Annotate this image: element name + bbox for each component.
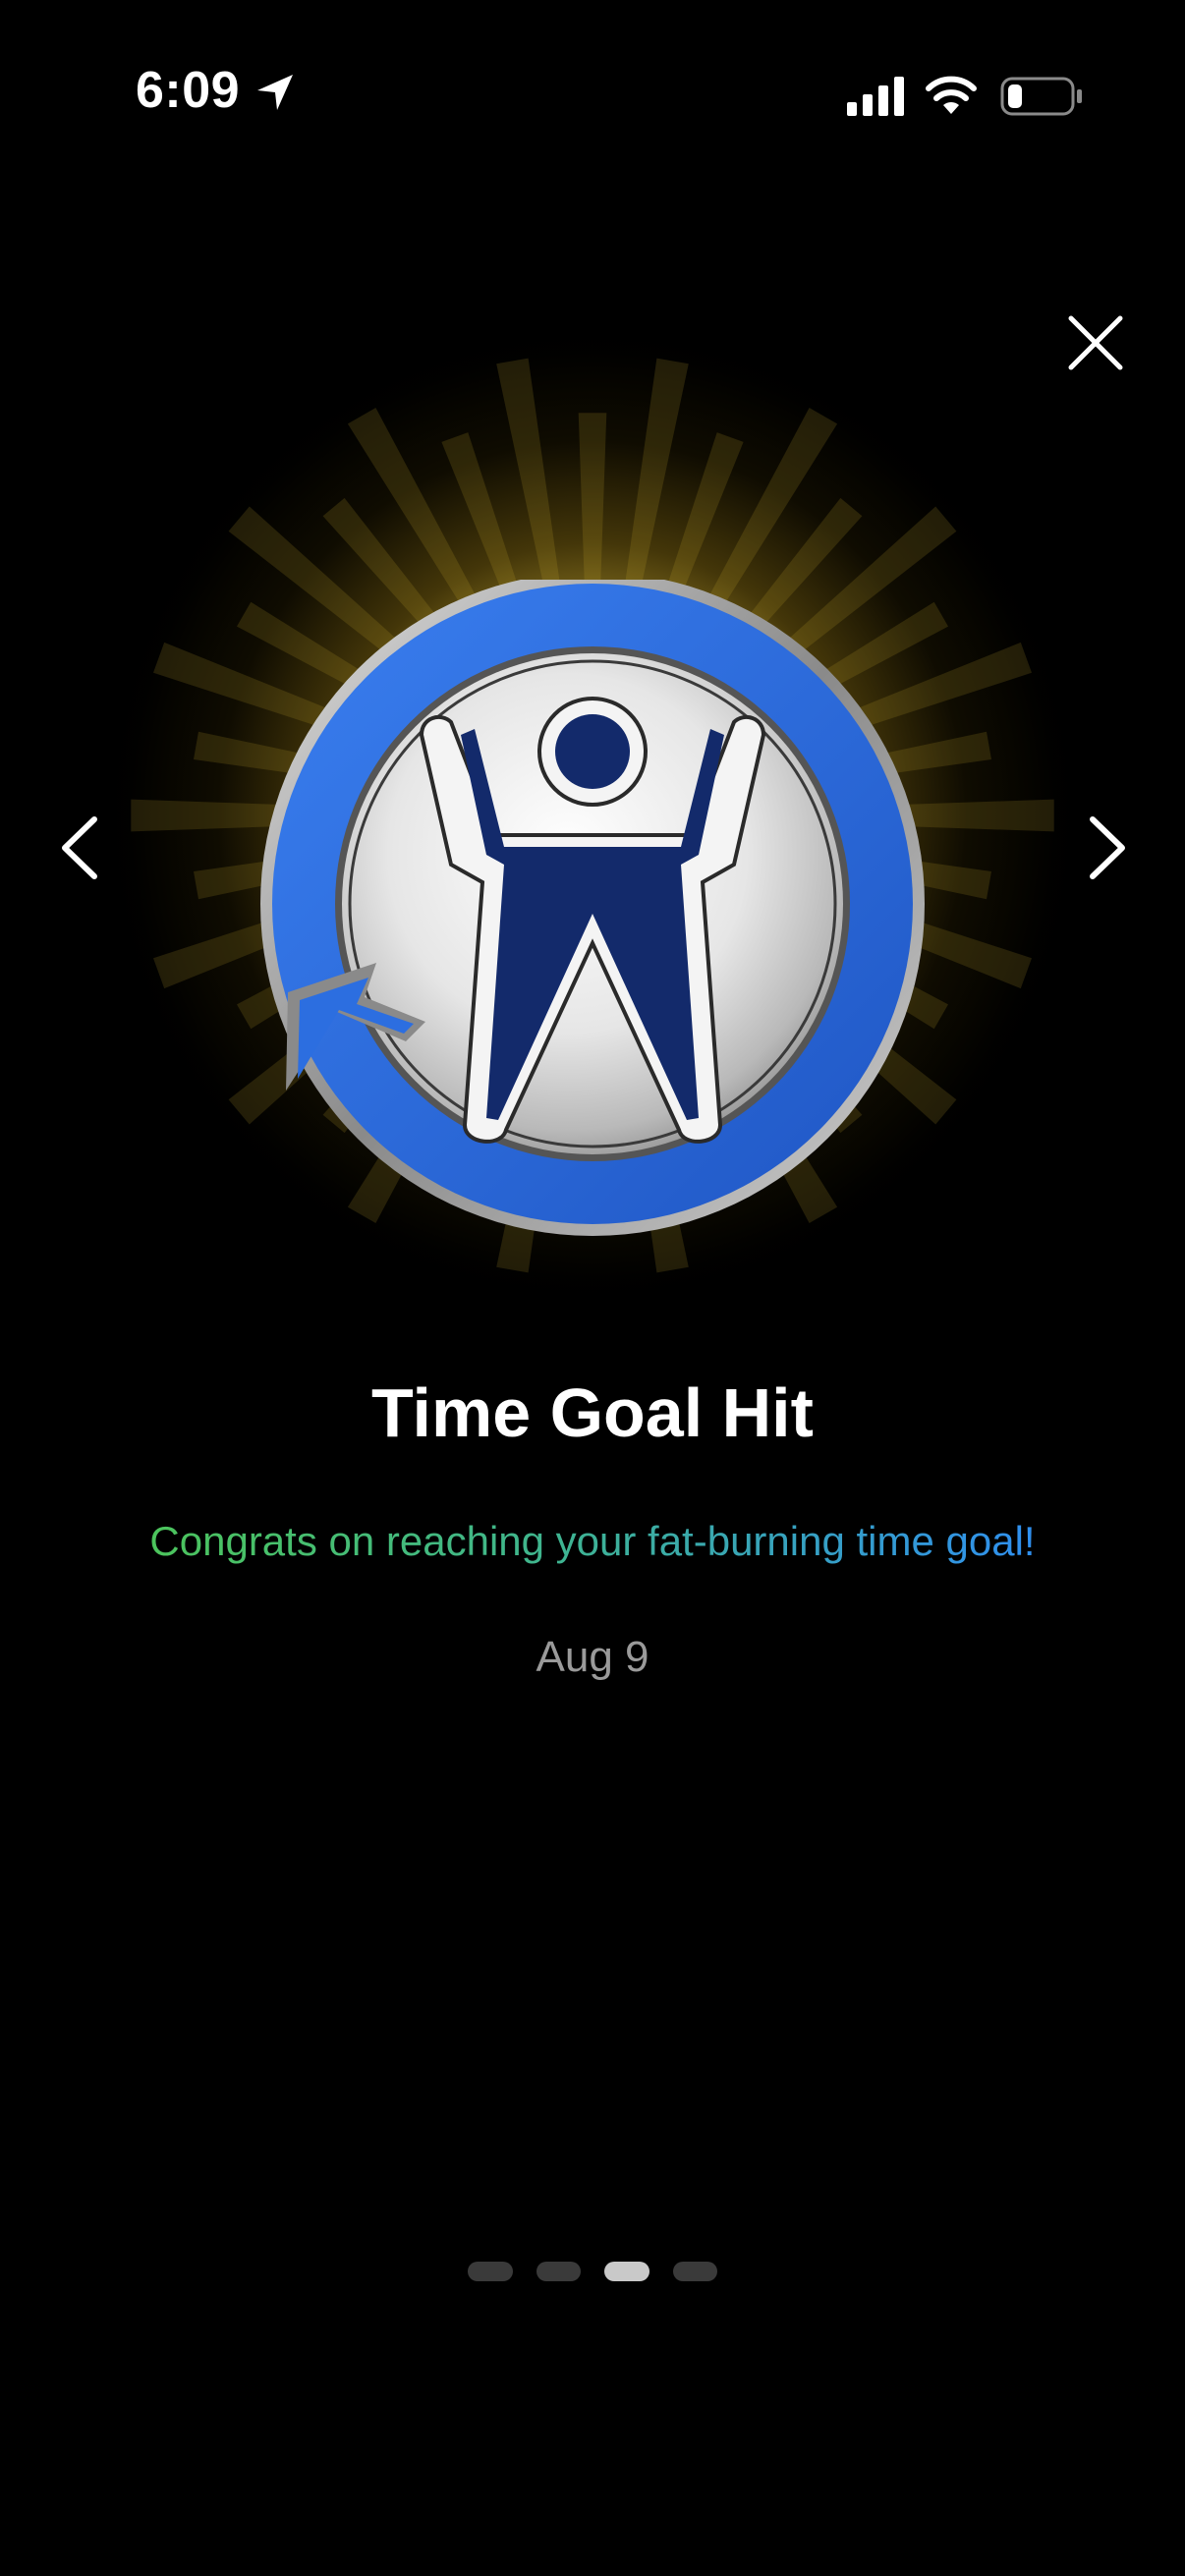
status-bar: 6:09 bbox=[0, 0, 1185, 187]
location-arrow-icon bbox=[257, 75, 293, 110]
page-dot[interactable] bbox=[536, 2262, 581, 2281]
achievement-message-container: Congrats on reaching your fat-burning ti… bbox=[0, 1518, 1185, 1565]
chevron-left-icon bbox=[62, 816, 97, 879]
cellular-signal-icon bbox=[847, 77, 904, 116]
page-dot[interactable] bbox=[672, 2262, 717, 2281]
achievement-message: Congrats on reaching your fat-burning ti… bbox=[149, 1518, 1036, 1564]
previous-button[interactable] bbox=[51, 812, 110, 884]
page-indicator bbox=[468, 2262, 717, 2283]
status-time: 6:09 bbox=[136, 62, 241, 119]
achievement-badge bbox=[260, 580, 925, 1236]
close-icon bbox=[1068, 315, 1123, 370]
page-dot[interactable] bbox=[604, 2262, 649, 2281]
next-button[interactable] bbox=[1077, 812, 1136, 884]
chevron-right-icon bbox=[1090, 816, 1125, 879]
wifi-icon bbox=[926, 76, 977, 114]
page-dot[interactable] bbox=[468, 2262, 513, 2281]
achievement-date: Aug 9 bbox=[536, 1633, 649, 1681]
achievement-title: Time Goal Hit bbox=[371, 1374, 814, 1451]
battery-icon bbox=[1000, 77, 1082, 116]
